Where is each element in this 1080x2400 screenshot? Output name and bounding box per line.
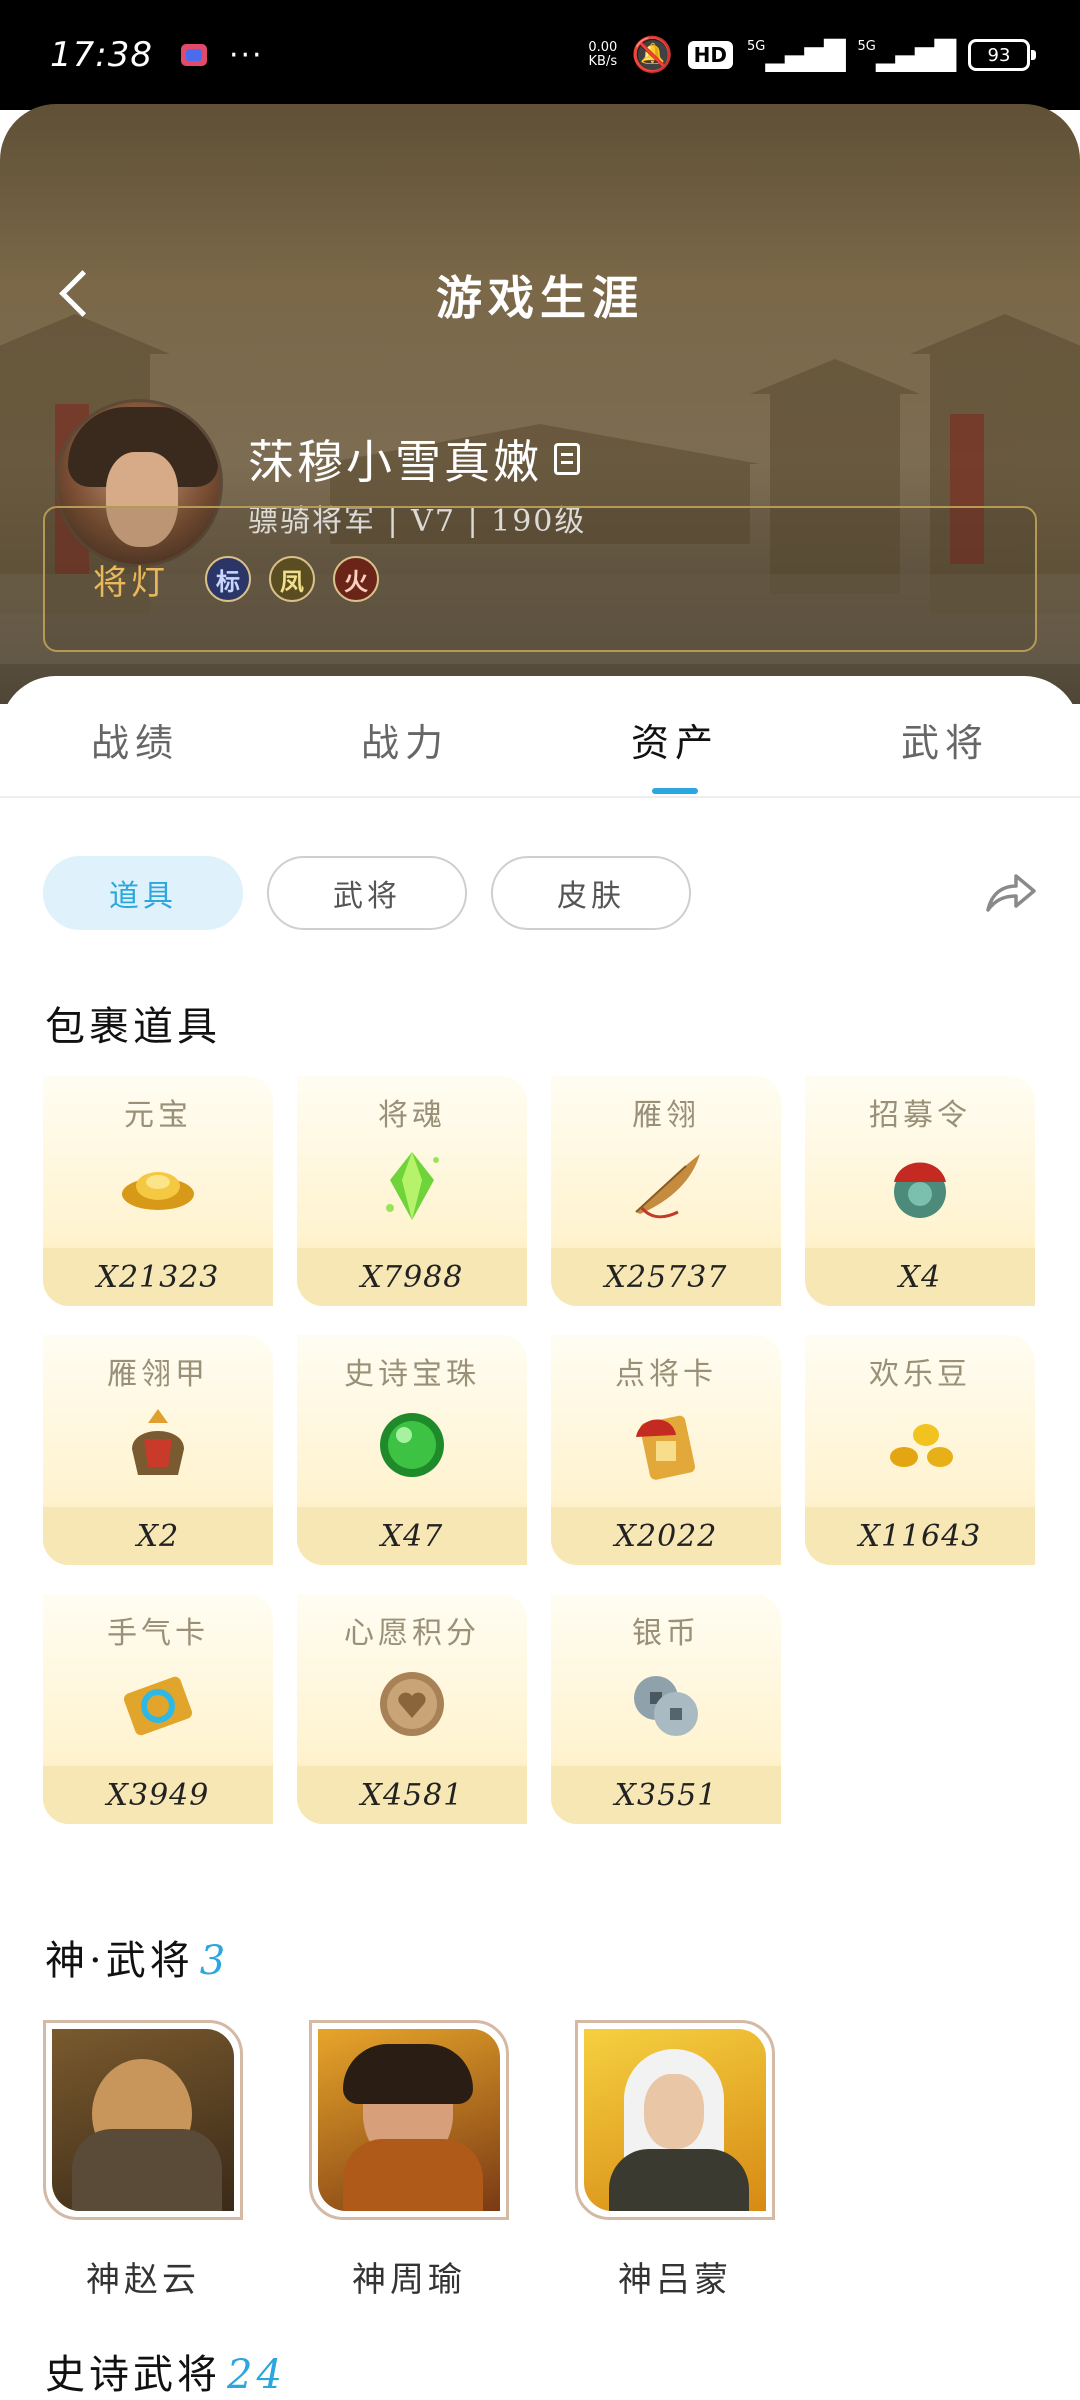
share-icon[interactable] — [982, 864, 1038, 920]
general-portrait — [52, 2029, 234, 2211]
item-quantity: X3949 — [43, 1766, 273, 1824]
luck-card-icon — [123, 1676, 193, 1736]
status-bar: 17:38 ··· 0.00 KB/s 🔕 HD 5G▂▄▆█ 5G▂▄▆█ 9… — [0, 0, 1080, 110]
green-orb-icon — [380, 1413, 444, 1477]
epic-count: 24 — [227, 2352, 286, 2398]
signal-icon: 5G▂▄▆█ — [747, 38, 845, 72]
item-quantity: X4581 — [297, 1766, 527, 1824]
item-quantity: X25737 — [551, 1248, 781, 1306]
bag-section-title: 包裹道具 — [45, 1004, 221, 1050]
status-time: 17:38 — [50, 35, 153, 75]
armor-helmet-icon — [132, 1409, 184, 1475]
lamp-label: 将灯 — [93, 562, 169, 603]
silver-coins-icon — [634, 1676, 698, 1736]
lamp-badge-biao[interactable]: 标 — [205, 556, 251, 602]
item-name: 元宝 — [124, 1098, 192, 1133]
epic-section-title: 史诗武将 24 — [45, 2352, 286, 2398]
filter-chips: 道具 武将 皮肤 — [43, 856, 691, 930]
item-name: 将魂 — [378, 1098, 446, 1133]
item-card[interactable]: 心愿积分 X4581 — [297, 1594, 527, 1824]
username: 莯穆小雪真嫩 — [248, 426, 580, 492]
tab-generals[interactable]: 武将 — [810, 676, 1080, 796]
tab-power[interactable]: 战力 — [270, 676, 540, 796]
item-card[interactable]: 欢乐豆 X11643 — [805, 1335, 1035, 1565]
item-card[interactable]: 招募令 X4 — [805, 1076, 1035, 1306]
item-card[interactable]: 雁翎 X25737 — [551, 1076, 781, 1306]
item-quantity: X4 — [805, 1248, 1035, 1306]
more-notifications-icon: ··· — [228, 37, 264, 73]
divine-section-title: 神·武将 3 — [45, 1938, 230, 1984]
chip-items[interactable]: 道具 — [43, 856, 243, 930]
general-card-icon — [636, 1415, 696, 1480]
general-portrait — [584, 2029, 766, 2211]
item-name: 雁翎甲 — [107, 1357, 209, 1392]
general-card[interactable] — [309, 2020, 509, 2220]
general-card[interactable] — [575, 2020, 775, 2220]
chip-generals[interactable]: 武将 — [267, 856, 467, 930]
item-name: 招募令 — [869, 1098, 971, 1133]
document-icon[interactable] — [554, 443, 580, 475]
item-name: 欢乐豆 — [869, 1357, 971, 1392]
item-name: 雁翎 — [632, 1098, 700, 1133]
item-quantity: X47 — [297, 1507, 527, 1565]
item-card[interactable]: 雁翎甲 X2 — [43, 1335, 273, 1565]
general-portrait — [318, 2029, 500, 2211]
general-name: 神吕蒙 — [618, 2260, 732, 2300]
gold-ingot-icon — [122, 1172, 194, 1210]
item-quantity: X7988 — [297, 1248, 527, 1306]
item-card[interactable]: 元宝 X21323 — [43, 1076, 273, 1306]
tab-assets[interactable]: 资产 — [540, 676, 810, 796]
divine-count: 3 — [199, 1938, 230, 1984]
chip-skins[interactable]: 皮肤 — [491, 856, 691, 930]
lamp-badge-huo[interactable]: 火 — [333, 556, 379, 602]
tab-record[interactable]: 战绩 — [0, 676, 270, 796]
green-crystal-icon — [386, 1152, 439, 1220]
general-lamp-panel: 将灯 标 凤 火 — [43, 506, 1037, 652]
heart-coin-icon — [380, 1672, 444, 1736]
item-card[interactable]: 史诗宝珠 X47 — [297, 1335, 527, 1565]
bell-muted-icon: 🔕 — [631, 35, 674, 75]
general-name: 神赵云 — [86, 2260, 200, 2300]
item-name: 手气卡 — [107, 1616, 209, 1651]
signal-icon-2: 5G▂▄▆█ — [857, 38, 956, 72]
item-card[interactable]: 点将卡 X2022 — [551, 1335, 781, 1565]
tab-bar: 战绩 战力 资产 武将 — [0, 676, 1080, 798]
item-name: 史诗宝珠 — [344, 1357, 480, 1392]
username-text: 莯穆小雪真嫩 — [248, 435, 542, 489]
item-quantity: X3551 — [551, 1766, 781, 1824]
hd-icon: HD — [687, 41, 733, 69]
app-notification-icon — [180, 44, 207, 66]
item-quantity: X21323 — [43, 1248, 273, 1306]
general-name: 神周瑜 — [352, 2260, 466, 2300]
feather-icon — [635, 1154, 700, 1219]
battery-icon: 93 — [968, 39, 1036, 71]
item-quantity: X2 — [43, 1507, 273, 1565]
item-card[interactable]: 手气卡 X3949 — [43, 1594, 273, 1824]
item-name: 心愿积分 — [344, 1616, 480, 1651]
item-name: 银币 — [632, 1616, 700, 1651]
gold-beans-icon — [890, 1424, 953, 1467]
network-speed: 0.00 KB/s — [588, 40, 618, 69]
item-quantity: X2022 — [551, 1507, 781, 1565]
page-title: 游戏生涯 — [436, 271, 644, 325]
item-name: 点将卡 — [615, 1357, 717, 1392]
recruit-token-icon — [894, 1162, 946, 1218]
lamp-badge-feng[interactable]: 凤 — [269, 556, 315, 602]
item-card[interactable]: 将魂 X7988 — [297, 1076, 527, 1306]
general-card[interactable] — [43, 2020, 243, 2220]
item-quantity: X11643 — [805, 1507, 1035, 1565]
content-sheet: 战绩 战力 资产 武将 道具 武将 皮肤 包裹道具 元宝 X21323 将魂 X798… — [0, 676, 1080, 2400]
item-card[interactable]: 银币 X3551 — [551, 1594, 781, 1824]
